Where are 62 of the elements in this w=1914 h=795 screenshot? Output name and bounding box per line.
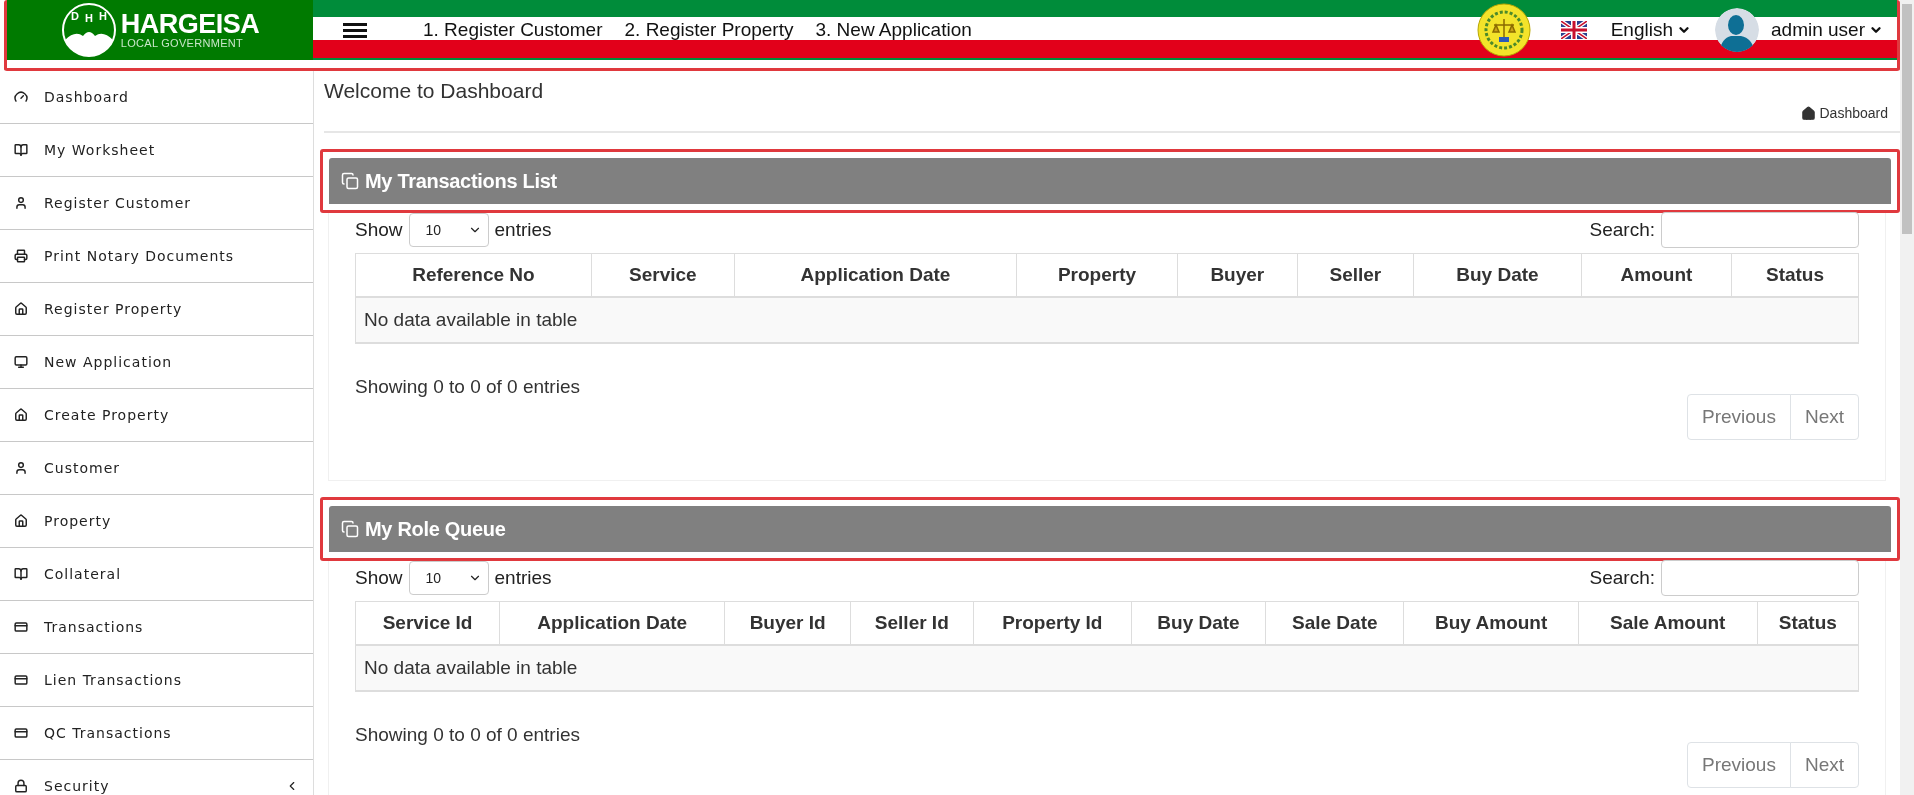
home-icon — [1800, 105, 1816, 121]
empty-table-message: No data available in table — [355, 297, 1859, 343]
card-icon — [14, 620, 28, 634]
table-info: Showing 0 to 0 of 0 entries — [355, 724, 581, 746]
nav-link[interactable]: 1. Register Customer — [423, 19, 603, 41]
copy-icon — [341, 520, 359, 538]
sidebar-item[interactable]: My Worksheet — [0, 124, 313, 177]
sidebar-item[interactable]: Customer — [0, 442, 313, 495]
lock-icon — [14, 779, 28, 793]
monitor-icon — [14, 355, 28, 369]
search-label: Search: — [1589, 219, 1655, 241]
home-icon — [14, 408, 28, 422]
home-icon — [14, 514, 28, 528]
emblem-icon — [1476, 3, 1531, 57]
user-icon — [14, 461, 28, 475]
sidebar-item[interactable]: New Application — [0, 336, 313, 389]
sidebar-item[interactable]: Collateral — [0, 548, 313, 601]
user-icon — [14, 196, 28, 210]
copy-icon — [341, 172, 359, 190]
menu-button[interactable] — [343, 22, 367, 38]
sidebar-item[interactable]: Dashboard — [0, 71, 313, 124]
sidebar-item[interactable]: Transactions — [0, 601, 313, 654]
sidebar-item[interactable]: QC Transactions — [0, 707, 313, 760]
sidebar-item[interactable]: Register Customer — [0, 177, 313, 230]
avatar-icon — [1715, 8, 1759, 52]
sidebar-item[interactable]: Create Property — [0, 389, 313, 442]
page-size-select[interactable]: 10 — [408, 561, 489, 595]
table-info: Showing 0 to 0 of 0 entries — [355, 376, 581, 398]
sidebar-item[interactable]: Register Property — [0, 283, 313, 336]
logo-subtitle: LOCAL GOVERNMENT — [120, 38, 245, 49]
printer-icon — [14, 249, 28, 263]
language-dropdown[interactable]: English — [1610, 19, 1691, 41]
home-icon — [14, 302, 28, 316]
logo-emblem-drawing: D H H — [60, 2, 117, 58]
show-label: Show — [355, 219, 403, 241]
scrollbar[interactable] — [1900, 0, 1914, 795]
card-icon — [14, 673, 28, 687]
logo-title: HARGEISA — [120, 11, 260, 38]
show-label: Show — [355, 567, 403, 589]
sidebar-item[interactable]: Property — [0, 495, 313, 548]
sidebar-item[interactable]: Lien Transactions — [0, 654, 313, 707]
nav-link[interactable]: 3. New Application — [815, 19, 972, 41]
search-label: Search: — [1589, 567, 1655, 589]
search-field[interactable] — [1661, 212, 1859, 248]
breadcrumb-link[interactable]: Dashboard — [1800, 105, 1888, 121]
sidebar-item[interactable]: Print Notary Documents — [0, 230, 313, 283]
sidebar-item[interactable]: Security — [0, 760, 313, 795]
page-size-select[interactable]: 10 — [408, 213, 489, 247]
panel-title: My Transactions List — [365, 169, 557, 193]
page-title: Welcome to Dashboard — [324, 79, 544, 104]
book-icon — [14, 143, 28, 157]
entries-label: entries — [494, 219, 552, 241]
nav-link[interactable]: 2. Register Property — [624, 19, 794, 41]
entries-label: entries — [494, 567, 552, 589]
empty-table-message: No data available in table — [355, 645, 1859, 691]
gauge-icon — [14, 90, 28, 104]
book-icon — [14, 567, 28, 581]
search-field[interactable] — [1661, 560, 1859, 596]
card-icon — [14, 726, 28, 740]
panel-title: My Role Queue — [365, 517, 506, 541]
user-dropdown[interactable]: admin user — [1771, 19, 1883, 41]
uk-flag-icon — [1560, 21, 1587, 39]
